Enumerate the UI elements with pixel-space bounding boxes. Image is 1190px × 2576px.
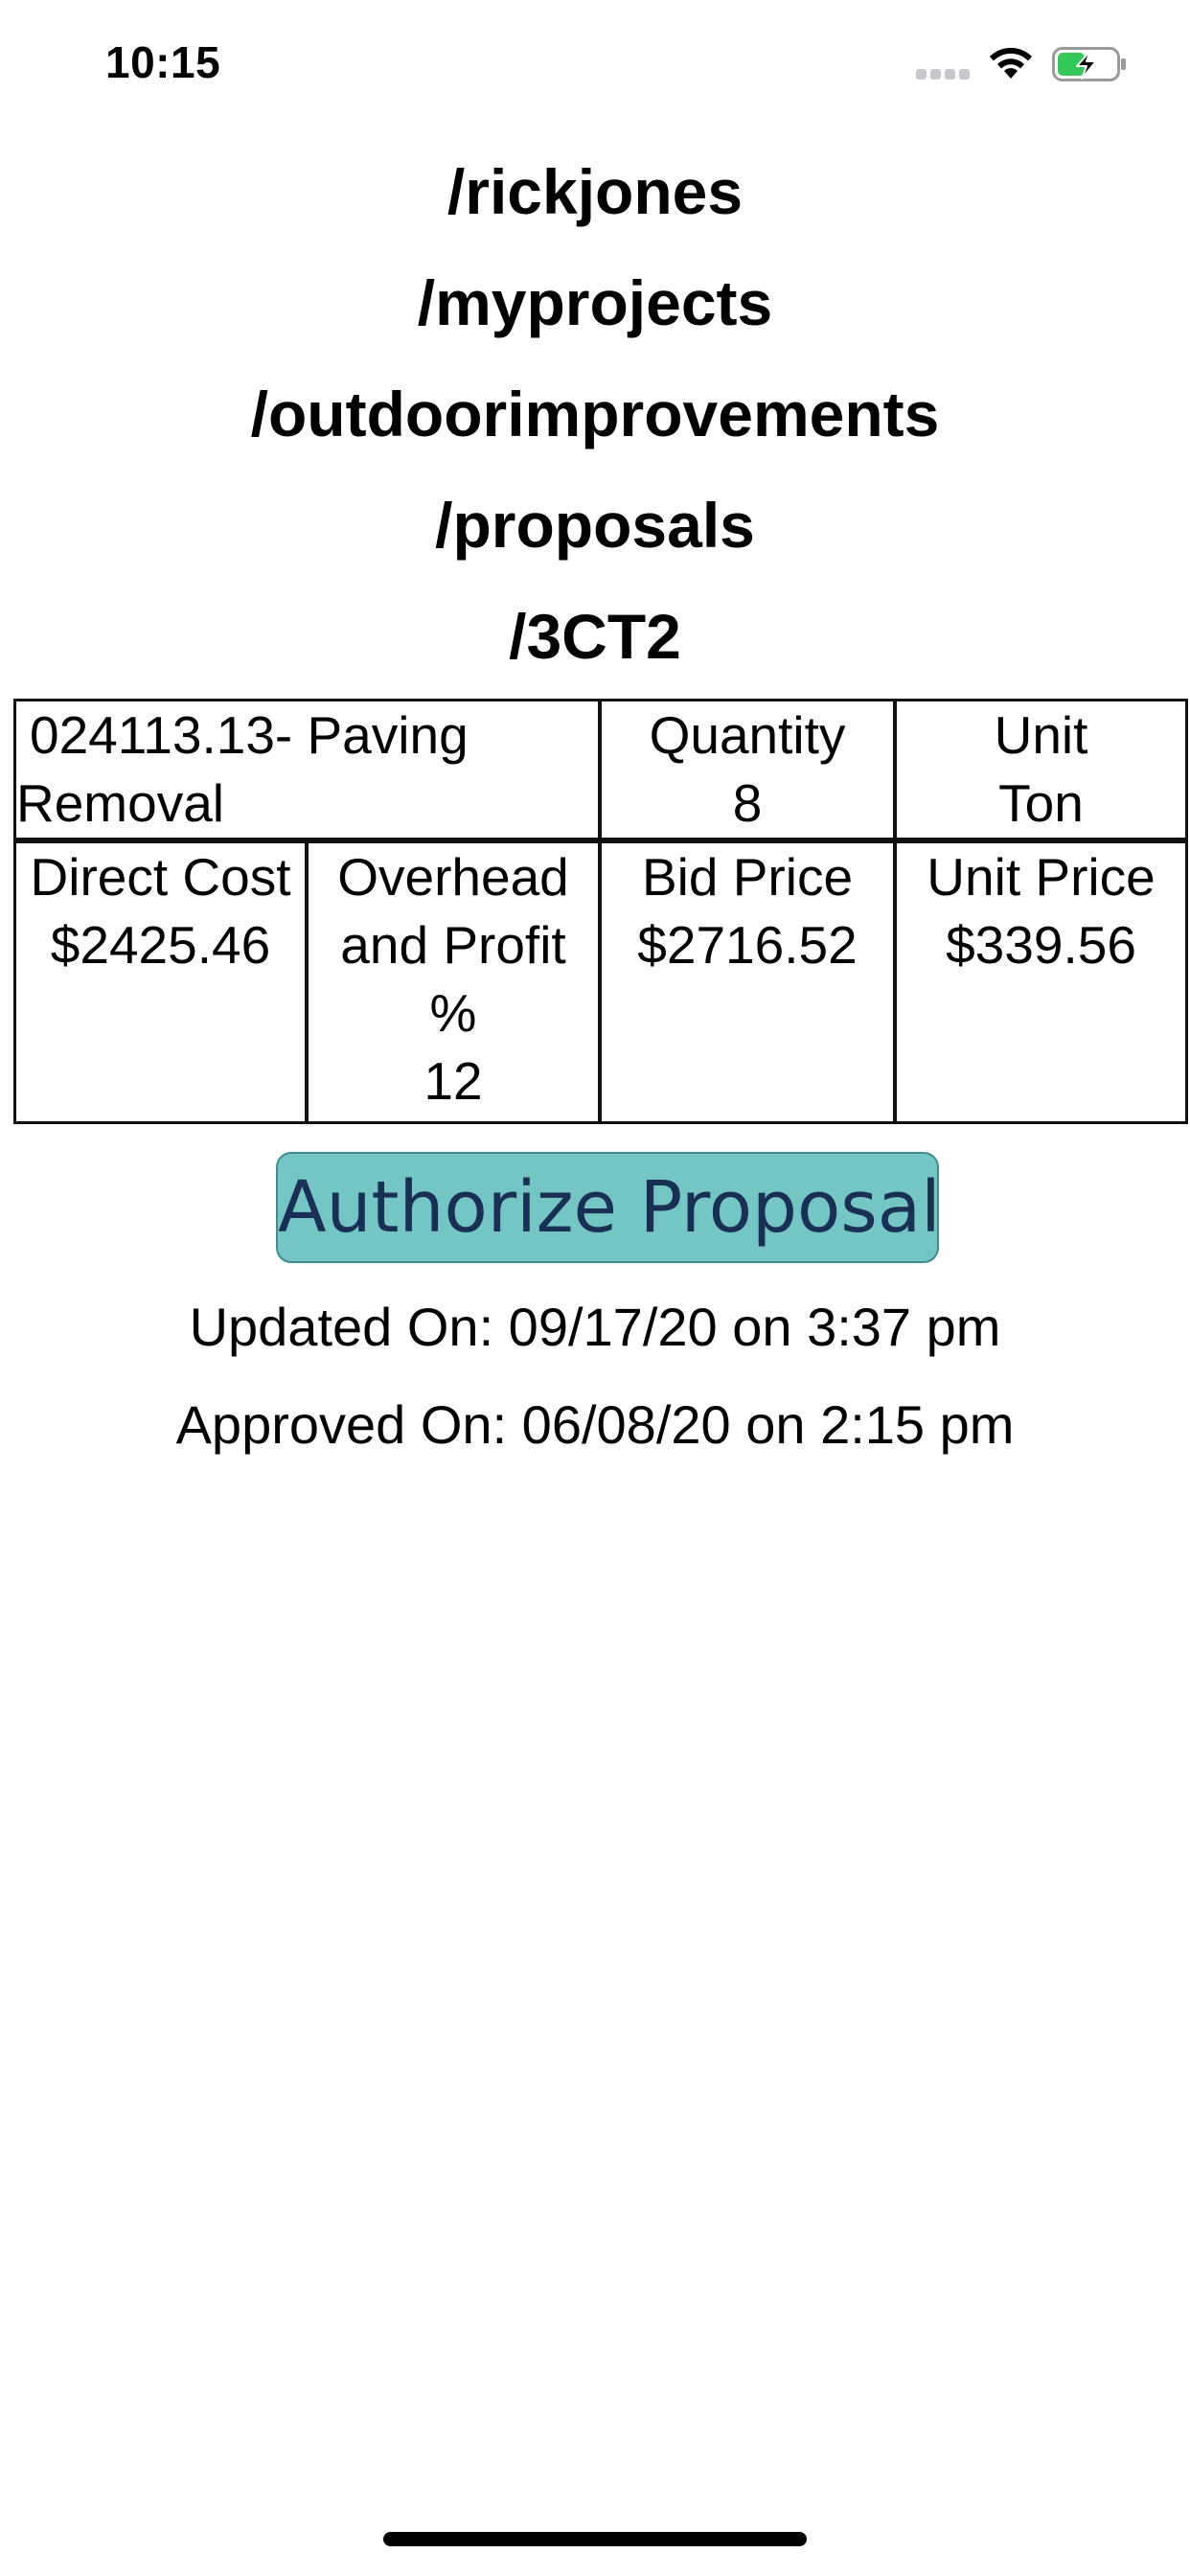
- breadcrumb-projects[interactable]: /myprojects: [0, 247, 1190, 358]
- overhead-profit-label-2: and Profit: [340, 915, 566, 975]
- approved-on-text: Approved On: 06/08/20 on 2:15 pm: [175, 1394, 1015, 1455]
- direct-cost-label: Direct Cost: [30, 847, 291, 907]
- breadcrumb-proposals[interactable]: /proposals: [0, 470, 1190, 581]
- unit-label: Unit: [994, 705, 1088, 765]
- breadcrumb-project[interactable]: /outdoorimprovements: [0, 358, 1190, 470]
- battery-charging-icon: [1052, 47, 1126, 81]
- direct-cost-value: $2425.46: [50, 915, 271, 975]
- overhead-profit-cell: Overhead and Profit % 12: [306, 840, 601, 1124]
- direct-cost-cell: Direct Cost $2425.46: [13, 840, 308, 1124]
- item-code-label: 024113.13- Paving: [30, 705, 469, 765]
- unit-price-label: Unit Price: [927, 847, 1156, 907]
- authorize-proposal-button[interactable]: Authorize Proposal: [276, 1152, 941, 1263]
- unit-value: Ton: [998, 773, 1084, 833]
- bid-price-value: $2716.52: [637, 915, 858, 975]
- status-time: 10:15: [105, 37, 221, 87]
- overhead-profit-value: 12: [423, 1051, 483, 1111]
- overhead-profit-label-1: Overhead: [337, 847, 569, 907]
- unit-price-value: $339.56: [946, 915, 1136, 975]
- bid-price-cell: Bid Price $2716.52: [599, 840, 896, 1124]
- breadcrumb-user[interactable]: /rickjones: [0, 136, 1190, 247]
- unit-cell: Unit Ton: [894, 699, 1188, 840]
- item-description-label: Removal: [16, 773, 225, 833]
- quantity-cell: Quantity 8: [599, 699, 896, 840]
- overhead-profit-label-3: %: [429, 983, 477, 1043]
- quantity-label: Quantity: [649, 705, 846, 765]
- proposal-table: 024113.13- Paving Removal Quantity 8 Uni…: [13, 699, 1188, 1124]
- breadcrumb: /rickjones /myprojects /outdoorimproveme…: [0, 136, 1190, 692]
- wifi-icon: [990, 47, 1032, 79]
- unit-price-cell: Unit Price $339.56: [894, 840, 1188, 1124]
- quantity-value: 8: [732, 773, 763, 833]
- home-indicator[interactable]: [383, 2532, 807, 2546]
- item-cell: 024113.13- Paving Removal: [13, 699, 601, 840]
- cellular-signal-icon: [916, 69, 972, 80]
- bid-price-label: Bid Price: [641, 847, 854, 907]
- status-bar: 10:15: [0, 0, 1190, 126]
- breadcrumb-proposal-id: /3CT2: [509, 601, 681, 672]
- updated-on-text: Updated On: 09/17/20 on 3:37 pm: [189, 1297, 1001, 1357]
